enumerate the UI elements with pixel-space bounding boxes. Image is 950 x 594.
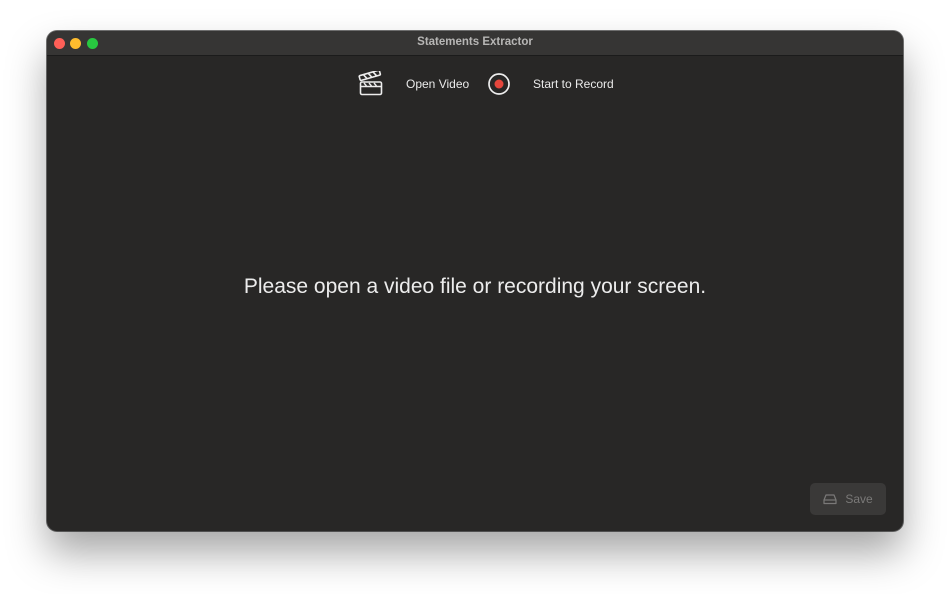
empty-state-message: Please open a video file or recording yo…	[243, 275, 707, 298]
start-record-button[interactable]: Start to Record	[487, 69, 614, 99]
toolbar: Open Video Start to Record	[47, 69, 903, 99]
save-label: Save	[845, 492, 873, 506]
window-title: Statements Extractor	[417, 36, 533, 48]
open-video-label: Open Video	[406, 77, 470, 91]
record-icon	[488, 73, 510, 95]
save-icon	[823, 494, 837, 505]
title-bar[interactable]: Statements Extractor	[47, 31, 903, 56]
save-button[interactable]: Save	[810, 483, 886, 515]
open-video-button[interactable]: Open Video	[358, 69, 469, 99]
desktop: Statements Extractor Open Video Start to…	[0, 0, 950, 594]
clapperboard-icon	[358, 71, 383, 96]
app-window: Statements Extractor Open Video Start to…	[47, 31, 903, 531]
record-label: Start to Record	[533, 77, 614, 91]
